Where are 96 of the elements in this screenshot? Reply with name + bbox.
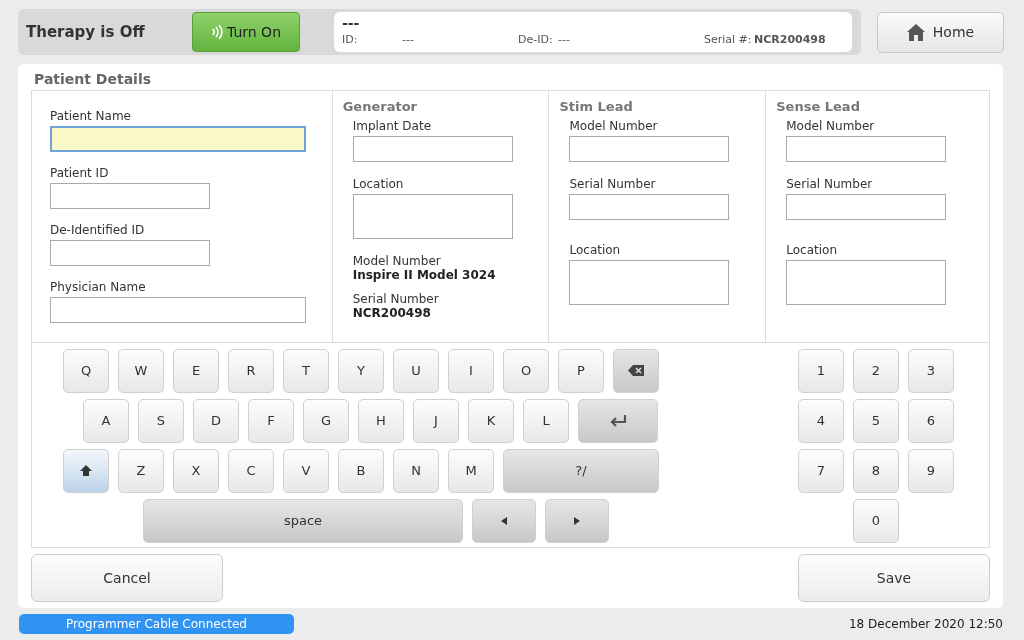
serial-value: NCR200498 (754, 32, 826, 48)
key[interactable]: J (413, 398, 459, 443)
key[interactable]: T (283, 348, 329, 393)
key[interactable]: S (138, 398, 184, 443)
key[interactable]: R (228, 348, 274, 393)
key[interactable]: M (448, 448, 494, 493)
number-key[interactable]: 4 (798, 398, 844, 443)
key[interactable]: Y (338, 348, 384, 393)
field-label: Serial Number (786, 177, 874, 191)
section-title: Stim Lead (559, 99, 634, 114)
key[interactable]: G (303, 398, 349, 443)
text-field[interactable] (50, 126, 306, 152)
wireless-icon (211, 24, 223, 40)
turn-on-button[interactable]: Turn On (192, 12, 300, 52)
key[interactable]: F (248, 398, 294, 443)
key[interactable]: V (283, 448, 329, 493)
info-value: NCR200498 (352, 306, 432, 320)
info-value: Inspire II Model 3024 (352, 268, 497, 282)
enter-key[interactable] (578, 398, 658, 443)
number-key[interactable]: 3 (908, 348, 954, 393)
number-key[interactable]: 8 (853, 448, 899, 493)
number-key[interactable]: 1 (798, 348, 844, 393)
text-field[interactable] (352, 136, 513, 162)
shift-icon (80, 465, 92, 477)
therapy-status: Therapy is Off (26, 23, 146, 41)
field-label: Model Number (569, 119, 659, 133)
field-label: De-Identified ID (50, 223, 146, 237)
patient-name-display: --- (342, 14, 361, 32)
left-key[interactable] (472, 498, 536, 543)
number-key[interactable]: 0 (853, 498, 899, 543)
key[interactable]: C (228, 448, 274, 493)
deid-label: De-ID: (518, 32, 554, 48)
key[interactable]: D (193, 398, 239, 443)
field-label: Implant Date (352, 119, 433, 133)
text-area[interactable] (569, 260, 730, 305)
number-key[interactable]: 9 (908, 448, 954, 493)
deid-value: --- (558, 32, 571, 48)
key[interactable]: I (448, 348, 494, 393)
space-key[interactable]: space (143, 498, 463, 543)
backspace-key[interactable] (613, 348, 659, 393)
id-value: --- (402, 32, 415, 48)
key[interactable]: O (503, 348, 549, 393)
number-key[interactable]: 2 (853, 348, 899, 393)
text-field[interactable] (50, 240, 210, 266)
key[interactable]: K (468, 398, 514, 443)
field-label: Location (352, 177, 405, 191)
key[interactable]: U (393, 348, 439, 393)
right-arrow-icon (574, 516, 580, 525)
panel-title: Patient Details (34, 70, 153, 89)
info-label: Model Number (352, 254, 442, 268)
section-title: Sense Lead (776, 99, 861, 114)
text-field[interactable] (786, 136, 947, 162)
key[interactable]: Z (118, 448, 164, 493)
number-key[interactable]: 7 (798, 448, 844, 493)
symbols-key[interactable]: ?/ (503, 448, 659, 493)
field-label: Location (786, 243, 838, 257)
key[interactable]: N (393, 448, 439, 493)
number-key[interactable]: 5 (853, 398, 899, 443)
shift-key[interactable] (63, 448, 109, 493)
home-button[interactable]: Home (877, 11, 1004, 53)
text-field[interactable] (786, 194, 947, 220)
text-field[interactable] (50, 297, 306, 323)
info-label: Serial Number (352, 292, 440, 306)
field-label: Model Number (786, 119, 876, 133)
key[interactable]: A (83, 398, 129, 443)
connection-status: Programmer Cable Connected (19, 614, 294, 634)
field-label: Patient Name (50, 109, 132, 123)
section-title: Generator (342, 99, 418, 114)
save-button[interactable]: Save (798, 554, 990, 602)
key[interactable]: W (118, 348, 164, 393)
left-arrow-icon (501, 516, 507, 525)
key[interactable]: X (173, 448, 219, 493)
home-icon (906, 23, 925, 41)
date-time: 18 December 2020 12:50 (848, 617, 1003, 631)
field-label: Physician Name (50, 280, 147, 294)
enter-icon (609, 414, 627, 427)
text-field[interactable] (50, 183, 210, 209)
cancel-button[interactable]: Cancel (31, 554, 223, 602)
backspace-icon (628, 365, 644, 377)
text-field[interactable] (569, 194, 730, 220)
serial-label: Serial #: (704, 32, 753, 48)
key[interactable]: B (338, 448, 384, 493)
right-key[interactable] (545, 498, 609, 543)
key[interactable]: L (523, 398, 569, 443)
text-area[interactable] (352, 194, 513, 239)
field-label: Location (569, 243, 622, 257)
key[interactable]: H (358, 398, 404, 443)
text-field[interactable] (569, 136, 730, 162)
field-label: Patient ID (50, 166, 110, 180)
key[interactable]: P (558, 348, 604, 393)
key[interactable]: E (173, 348, 219, 393)
number-key[interactable]: 6 (908, 398, 954, 443)
id-label: ID: (342, 32, 359, 48)
text-area[interactable] (786, 260, 947, 305)
field-label: Serial Number (569, 177, 657, 191)
key[interactable]: Q (63, 348, 109, 393)
